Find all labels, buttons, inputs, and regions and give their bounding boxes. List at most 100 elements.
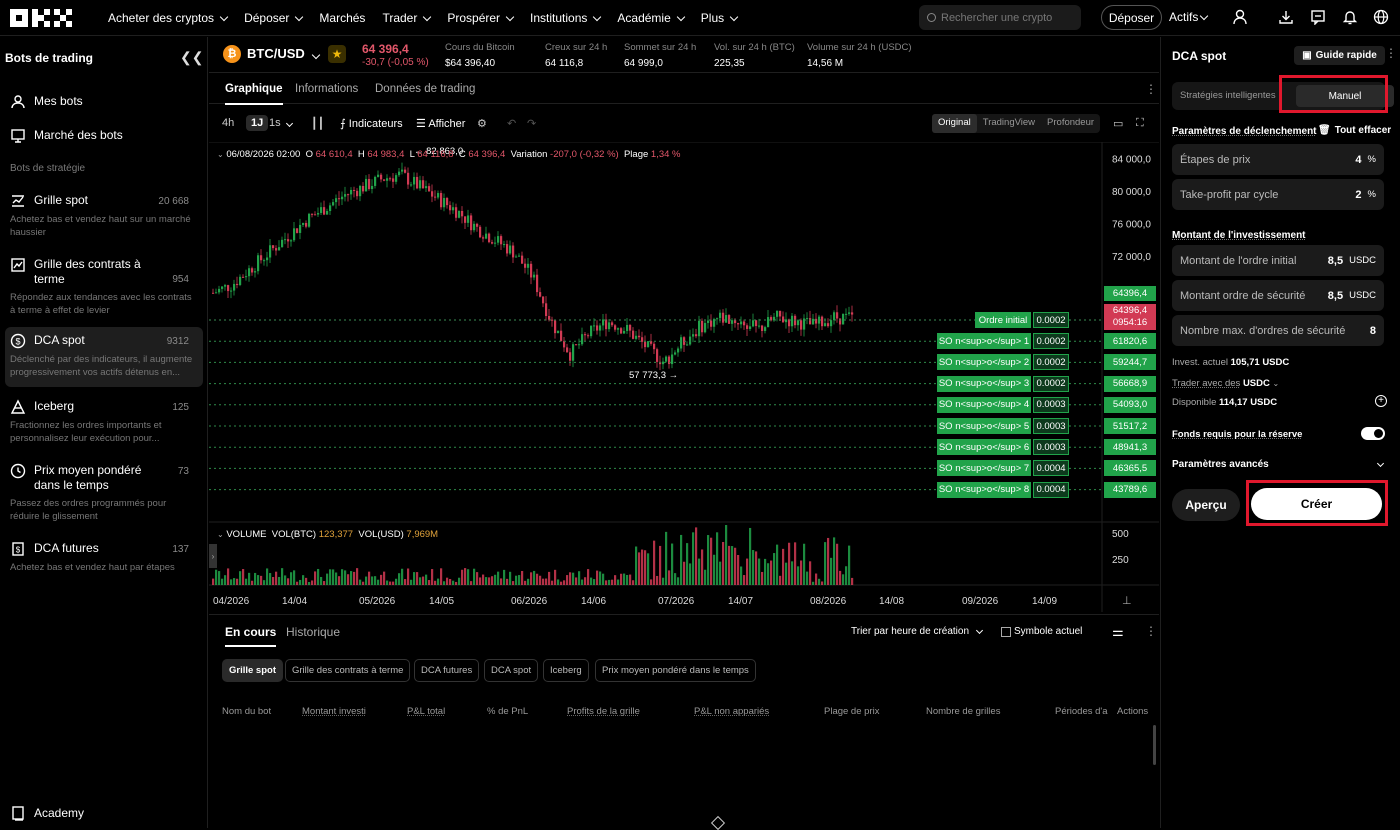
menu-academy[interactable]: Académie	[617, 11, 686, 25]
trade-currency-selector[interactable]: Trader avec des USDC ⌄	[1172, 378, 1279, 389]
menu-more[interactable]: Plus	[701, 11, 739, 25]
pair-selector[interactable]: BTC/USD	[247, 46, 321, 61]
current-symbol-checkbox[interactable]: Symbole actuel	[1001, 626, 1082, 637]
advanced-chevron-icon[interactable]	[1375, 455, 1385, 469]
view-depth[interactable]: Profondeur	[1041, 114, 1100, 133]
reserve-toggle[interactable]	[1361, 427, 1385, 440]
bot-dca-futures[interactable]: $ DCA futures 137 Achetez bas et vendez h…	[5, 535, 203, 579]
candle-body	[566, 347, 569, 353]
volume-bar	[440, 568, 443, 585]
sidebar-item-bot-market[interactable]: Marché des bots	[10, 127, 123, 143]
chip-futures-grid[interactable]: Grille des contrats à terme	[285, 659, 411, 682]
chat-icon[interactable]	[1310, 9, 1326, 25]
more-icon[interactable]: ⋮	[1385, 46, 1397, 60]
chip-grid-spot[interactable]: Grille spot	[222, 659, 283, 682]
advanced-settings[interactable]: Paramètres avancés	[1172, 459, 1269, 470]
menu-grow[interactable]: Prospérer	[447, 11, 515, 25]
add-funds-icon[interactable]: +	[1375, 395, 1387, 407]
assets-menu[interactable]: Actifs	[1169, 10, 1209, 24]
take-profit-field[interactable]: Take-profit par cycle 2%	[1172, 179, 1384, 210]
bell-icon[interactable]	[1342, 9, 1358, 25]
tab-info[interactable]: Informations	[295, 83, 358, 95]
bot-dca-spot[interactable]: $ DCA spot 9312 Déclenché par des indicat…	[5, 327, 203, 387]
clear-all-button[interactable]: 🗑 Tout effacer	[1318, 125, 1391, 136]
volume-bar	[482, 574, 485, 585]
globe-icon[interactable]	[1373, 9, 1389, 25]
bot-grid-spot[interactable]: Grille spot 20 668 Achetez bas et vendez…	[5, 187, 203, 245]
bot-iceberg[interactable]: Iceberg 125 Fractionnez les ordres impor…	[5, 393, 203, 451]
collapse-icon[interactable]: ❮❮	[180, 49, 203, 66]
candle-body	[608, 322, 611, 330]
chip-dca-futures[interactable]: DCA futures	[414, 659, 480, 682]
sort-dropdown[interactable]: Trier par heure de création	[851, 626, 984, 637]
volume-bar	[770, 560, 773, 585]
user-icon[interactable]	[1232, 9, 1248, 25]
x-tick-label: 14/06	[581, 596, 606, 607]
volume-bar	[251, 580, 254, 585]
y-tick-label: 72 000,0	[1112, 252, 1151, 263]
settings-icon[interactable]: ⚙	[477, 117, 487, 130]
layout-icon[interactable]: ▭	[1113, 117, 1123, 130]
safety-order-amount-field[interactable]: Montant ordre de sécurité 8,5 USDC	[1172, 280, 1384, 311]
interval-1d[interactable]: 1J	[246, 115, 269, 131]
fullscreen-icon[interactable]: ⛶	[1136, 117, 1144, 130]
view-tradingview[interactable]: TradingView	[977, 114, 1041, 133]
volume-bar	[332, 569, 335, 585]
volume-bar	[734, 547, 737, 585]
axis-reset-icon[interactable]: ⊥	[1122, 594, 1132, 607]
volume-bar	[776, 544, 779, 585]
mode-smart[interactable]: Stratégies intelligentes	[1180, 90, 1276, 101]
bot-twap[interactable]: Prix moyen pondéré dans le temps 73 Pass…	[5, 457, 203, 525]
quick-guide-button[interactable]: ▣ Guide rapide	[1294, 46, 1385, 65]
interval-1w[interactable]: 1s	[269, 117, 293, 129]
volume-bar	[716, 532, 719, 585]
price-chart[interactable]: 84 000,0 80 000,0 76 000,0 72 000,0 500 250 …	[209, 141, 1159, 612]
deposit-button[interactable]: Déposer	[1101, 5, 1162, 30]
chip-iceberg[interactable]: Iceberg	[543, 659, 589, 682]
candle-type-icon[interactable]: ┃┃	[311, 117, 324, 130]
more-icon[interactable]: ⋮	[1145, 624, 1157, 638]
volume-bar	[422, 576, 425, 585]
menu-trade[interactable]: Trader	[382, 11, 432, 25]
display-button[interactable]: ☰ Afficher	[416, 117, 465, 130]
tab-chart[interactable]: Graphique	[225, 83, 283, 105]
redo-icon[interactable]: ↷	[527, 117, 536, 130]
menu-buy-crypto[interactable]: Acheter des cryptos	[108, 11, 229, 25]
volume-bar	[755, 551, 758, 585]
chip-dca-spot[interactable]: DCA spot	[484, 659, 539, 682]
scrollbar[interactable]	[1153, 725, 1156, 765]
sidebar-item-academy[interactable]: Academy	[10, 805, 84, 821]
max-safety-orders-field[interactable]: Nombre max. d'ordres de sécurité 8	[1172, 315, 1384, 346]
initial-order-amount-field[interactable]: Montant de l'ordre initial 8,5 USDC	[1172, 245, 1384, 276]
sidebar-item-my-bots[interactable]: Mes bots	[10, 93, 83, 109]
okx-logo[interactable]	[10, 9, 74, 27]
candle-body	[419, 180, 422, 189]
volume-bar	[611, 579, 614, 585]
favorite-star-icon[interactable]: ★	[328, 45, 346, 63]
candle-body	[677, 348, 680, 353]
price-step-field[interactable]: Étapes de prix 4%	[1172, 144, 1384, 175]
indicators-button[interactable]: ⨍ Indicateurs	[340, 117, 403, 130]
expand-handle[interactable]: ›	[209, 544, 217, 568]
menu-institutions[interactable]: Institutions	[530, 11, 602, 25]
tab-active[interactable]: En cours	[225, 625, 277, 647]
candle-body	[701, 320, 704, 333]
tab-history[interactable]: Historique	[286, 625, 340, 639]
undo-icon[interactable]: ↶	[507, 117, 516, 130]
bot-futures-grid[interactable]: Grille des contrats à terme 954 Répondez…	[5, 251, 203, 323]
preview-button[interactable]: Aperçu	[1172, 489, 1240, 521]
volume-bar	[833, 537, 836, 585]
interval-4h[interactable]: 4h	[222, 117, 234, 129]
download-icon[interactable]	[1278, 9, 1294, 25]
filter-icon[interactable]: ⚌	[1112, 624, 1124, 640]
more-icon[interactable]: ⋮	[1145, 82, 1157, 96]
search-input[interactable]: Rechercher une crypto	[919, 5, 1081, 30]
candle-body	[218, 288, 221, 293]
volume-bar	[317, 568, 320, 585]
candle-body	[545, 303, 548, 316]
menu-markets[interactable]: Marchés	[319, 11, 365, 25]
chip-twap[interactable]: Prix moyen pondéré dans le temps	[595, 659, 756, 682]
tab-trading-data[interactable]: Données de trading	[375, 83, 475, 95]
menu-deposit[interactable]: Déposer	[244, 11, 304, 25]
view-original[interactable]: Original	[932, 114, 977, 133]
